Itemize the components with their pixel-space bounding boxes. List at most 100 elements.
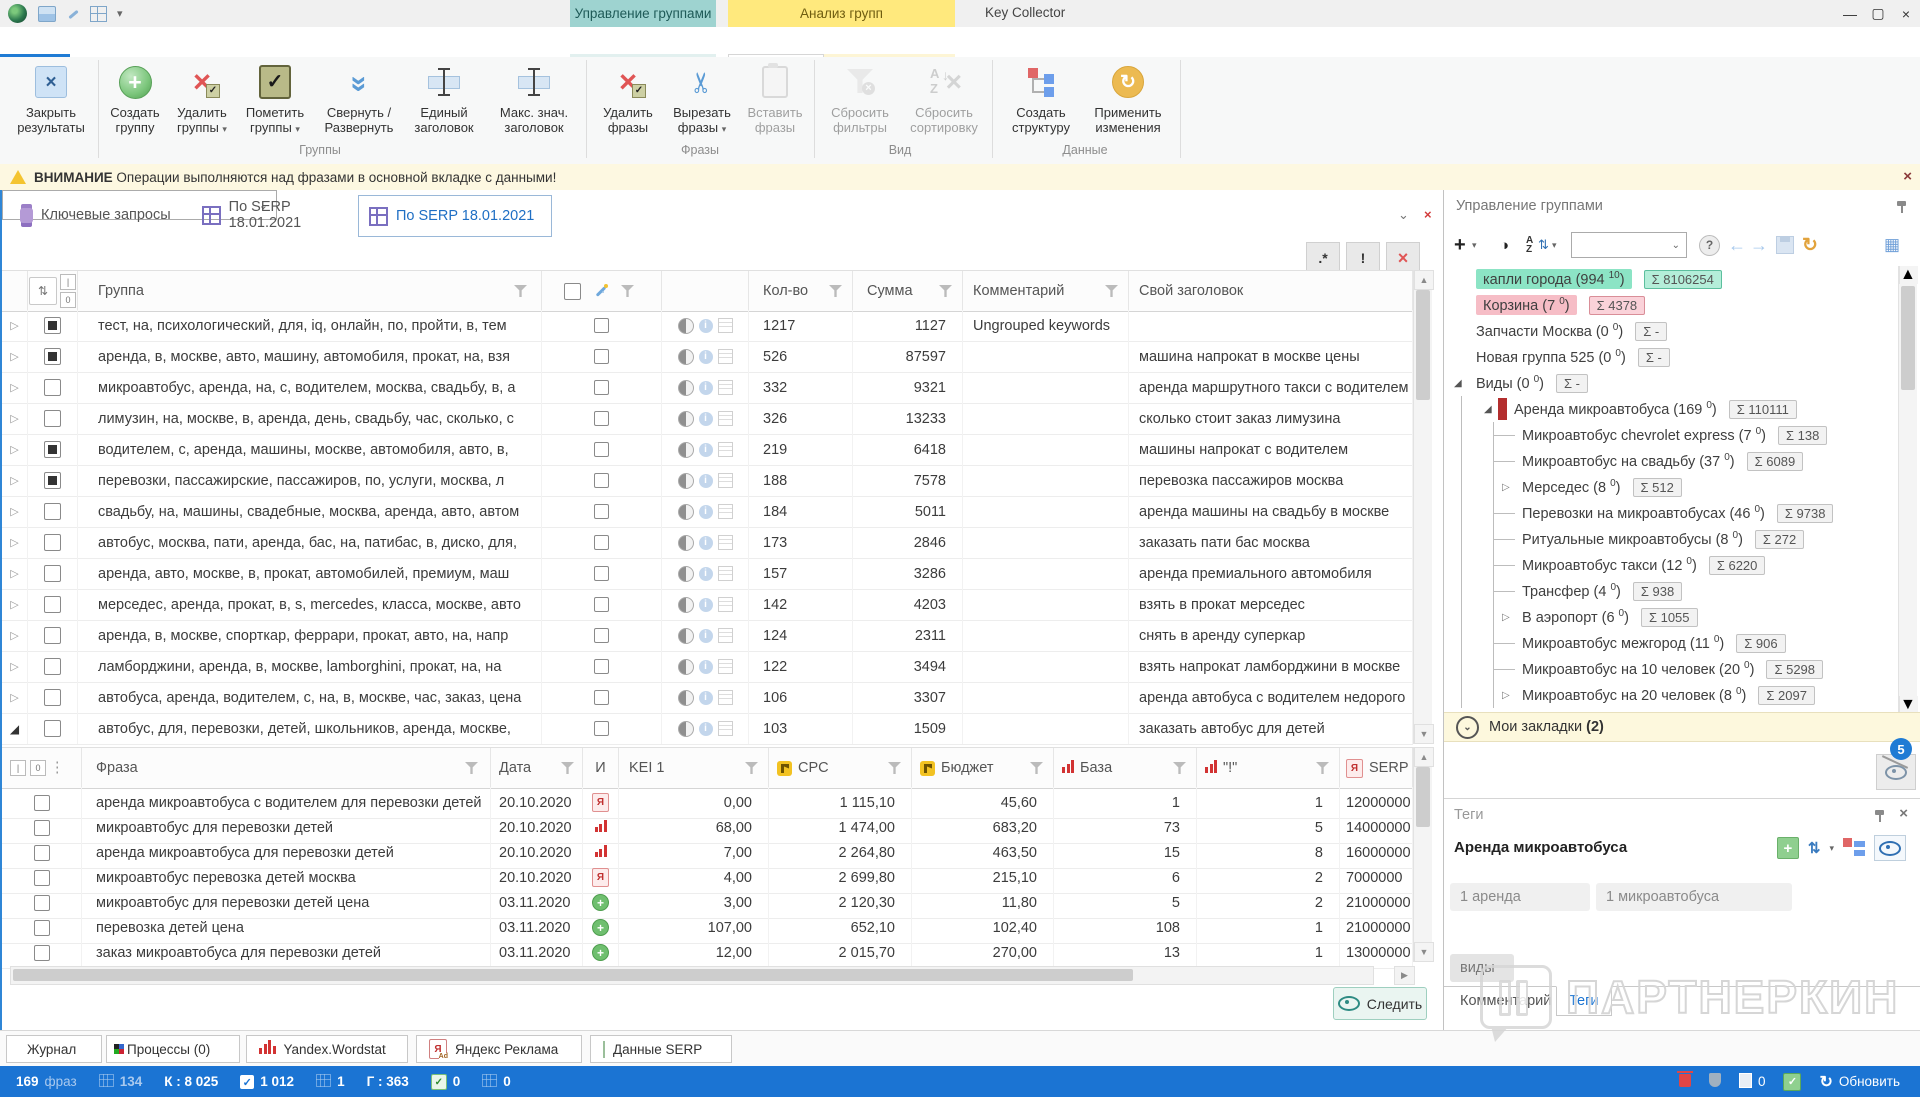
minimize-button[interactable]: —	[1836, 0, 1864, 27]
tree-item-label[interactable]: Микроавтобус на свадьбу (37 0)	[1522, 452, 1735, 470]
half-circle-icon[interactable]	[678, 690, 694, 706]
tree-item[interactable]: Микроавтобус на 20 человек (8 0) Σ 2097	[1444, 682, 1896, 708]
column-header-source[interactable]: И	[583, 748, 619, 788]
back-arrow-icon[interactable]: ←	[1728, 235, 1746, 256]
tree-item-label[interactable]: Новая группа 525 (0 0)	[1476, 348, 1626, 366]
note-icon[interactable]	[718, 566, 733, 581]
tree-item[interactable]: Микроавтобус на 10 человек (20 0) Σ 5298	[1444, 656, 1896, 682]
toggle-zero-icon[interactable]: 0	[60, 292, 76, 308]
help-icon[interactable]: ?	[1699, 235, 1720, 256]
half-circle-icon[interactable]	[678, 380, 694, 396]
watch-button[interactable]: Следить	[1333, 987, 1427, 1020]
tag-chip[interactable]: 1 аренда	[1450, 883, 1590, 911]
sort-caret-icon[interactable]: ▾	[1552, 240, 1557, 251]
row-mark-checkbox[interactable]	[44, 720, 61, 737]
hide-eye-button[interactable]	[1876, 754, 1916, 790]
tree-item-label[interactable]: Трансфер (4 0)	[1522, 582, 1621, 600]
row-checkbox[interactable]	[34, 895, 50, 911]
check-green-box-icon[interactable]: ✓	[1783, 1073, 1801, 1091]
forward-arrow-icon[interactable]: →	[1750, 235, 1768, 256]
note-icon[interactable]	[718, 473, 733, 488]
row-expander-icon[interactable]: ▷	[10, 443, 18, 456]
row-expander-icon[interactable]: ▷	[10, 629, 18, 642]
tree-item[interactable]: Запчасти Москва (0 0) Σ -	[1444, 318, 1896, 344]
filter-icon[interactable]	[939, 285, 952, 297]
tree-item[interactable]: Виды (0 0) Σ -	[1444, 370, 1896, 396]
column-header-cpc[interactable]: CPC	[798, 760, 882, 776]
note-icon[interactable]	[718, 690, 733, 705]
bottom-tab-3[interactable]: ЯAd Яндекс Реклама	[416, 1035, 582, 1063]
info-icon[interactable]: i	[699, 536, 713, 550]
column-header-kei[interactable]: KEI 1	[619, 760, 745, 776]
tree-item[interactable]: Микроавтобус такси (12 0) Σ 6220	[1444, 552, 1896, 578]
scroll-down-icon[interactable]: ▼	[1414, 942, 1434, 962]
row-mark-checkbox[interactable]	[44, 596, 61, 613]
tab-close-icon[interactable]: ×	[1424, 207, 1432, 222]
tree-item-label[interactable]: Микроавтобус такси (12 0)	[1522, 556, 1697, 574]
layout-icon[interactable]	[1843, 838, 1865, 858]
tree-item[interactable]: Микроавтобус на свадьбу (37 0) Σ 6089	[1444, 448, 1896, 474]
row-select-checkbox[interactable]	[594, 349, 609, 364]
group-row[interactable]: ▷ автобуса, аренда, водителем, с, на, в,…	[2, 682, 1413, 714]
row-select-checkbox[interactable]	[594, 566, 609, 581]
row-mark-checkbox[interactable]	[44, 534, 61, 551]
row-expander-icon[interactable]: ▷	[10, 381, 18, 394]
row-select-checkbox[interactable]	[594, 473, 609, 488]
tree-item[interactable]: Трансфер (4 0) Σ 938	[1444, 578, 1896, 604]
row-mark-checkbox[interactable]	[44, 441, 61, 458]
row-expander-icon[interactable]: ▷	[10, 536, 18, 549]
filter-icon[interactable]	[745, 762, 758, 774]
group-row[interactable]: ◢ автобус, для, перевозки, детей, школьн…	[2, 713, 1413, 745]
row-checkbox[interactable]	[34, 870, 50, 886]
tree-item-label[interactable]: Аренда микроавтобуса (169 0)	[1514, 400, 1717, 418]
note-icon[interactable]	[718, 318, 733, 333]
filter-icon[interactable]	[465, 762, 478, 774]
scroll-right-icon[interactable]: ▶	[1394, 966, 1415, 985]
note-icon[interactable]	[718, 504, 733, 519]
info-icon[interactable]: i	[699, 443, 713, 457]
phrase-row[interactable]: заказ микроавтобуса для перевозки детей …	[2, 937, 1413, 969]
ribbon-button-2[interactable]: ×✓ Удалить группы ▾	[170, 61, 234, 137]
tab-list-chevron-icon[interactable]: ⌄	[1398, 207, 1409, 223]
scroll-down-icon[interactable]: ▼	[1414, 724, 1434, 744]
info-icon[interactable]: i	[699, 722, 713, 736]
more-dots-icon[interactable]: ⋮	[50, 760, 65, 776]
grid-icon[interactable]	[90, 6, 107, 22]
sort-tags-caret-icon[interactable]: ▾	[1829, 843, 1834, 854]
group-row[interactable]: ▷ автобус, москва, пати, аренда, бас, на…	[2, 527, 1413, 559]
tree-item-label[interactable]: Перевозки на микроавтобусах (46 0)	[1522, 504, 1765, 522]
tree-item[interactable]: Мерседес (8 0) Σ 512	[1444, 474, 1896, 500]
tab-Комментарий[interactable]: Комментарий	[1448, 987, 1563, 1015]
row-expander-icon[interactable]: ▷	[10, 474, 18, 487]
tree-item-label[interactable]: Микроавтобус на 20 человек (8 0)	[1522, 686, 1746, 704]
column-header-base[interactable]: База	[1080, 760, 1167, 776]
tree-item[interactable]: В аэропорт (6 0) Σ 1055	[1444, 604, 1896, 630]
row-select-checkbox[interactable]	[594, 535, 609, 550]
groups-table-scrollbar[interactable]: ▲ ▼	[1413, 270, 1432, 744]
wand-icon[interactable]	[66, 7, 80, 21]
note-icon[interactable]	[718, 411, 733, 426]
status-right-4[interactable]: ↻Обновить	[1819, 1072, 1900, 1092]
row-mark-checkbox[interactable]	[44, 317, 61, 334]
group-row[interactable]: ▷ лимузин, на, москве, в, аренда, день, …	[2, 403, 1413, 435]
filter-icon[interactable]	[621, 285, 634, 297]
half-circle-icon[interactable]	[678, 411, 694, 427]
status-right-3[interactable]: ✓	[1783, 1073, 1801, 1091]
note-icon[interactable]	[718, 628, 733, 643]
tab-Теги[interactable]: Теги	[1556, 986, 1612, 1016]
doc-tab-0[interactable]: Ключевые запросы	[10, 195, 202, 235]
bottom-tab-1[interactable]: Процессы (0)	[106, 1035, 240, 1063]
half-circle-icon[interactable]	[678, 442, 694, 458]
note-icon[interactable]	[718, 597, 733, 612]
row-select-checkbox[interactable]	[594, 411, 609, 426]
tree-item-label[interactable]: Запчасти Москва (0 0)	[1476, 322, 1623, 340]
bookmarks-bar[interactable]: ⌄ Мои закладки (2)	[1444, 712, 1920, 742]
add-group-icon[interactable]: +	[1454, 234, 1466, 257]
half-circle-icon[interactable]	[678, 535, 694, 551]
bottom-tab-0[interactable]: Журнал	[6, 1035, 102, 1063]
table-view-icon[interactable]: ▦	[1884, 235, 1900, 255]
maximize-button[interactable]: ▢	[1864, 0, 1892, 27]
shield-icon[interactable]	[1709, 1073, 1721, 1090]
info-icon[interactable]: i	[699, 629, 713, 643]
row-checkbox[interactable]	[34, 945, 50, 961]
